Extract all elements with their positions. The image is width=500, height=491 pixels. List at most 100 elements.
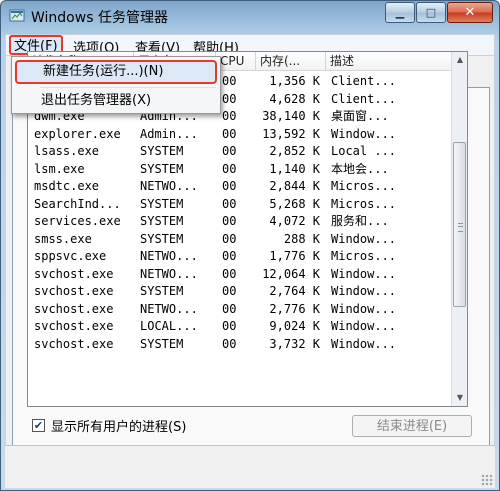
menu-separator	[40, 87, 216, 88]
cell-name: services.exe	[34, 214, 121, 228]
cell-user: SYSTEM	[140, 284, 184, 298]
table-row[interactable]: svchost.exe NETWO... 00 12,064 K Window...	[28, 266, 451, 283]
cell-user: LOCAL...	[140, 319, 198, 333]
cell-memory: 288 K	[283, 231, 320, 246]
cell-cpu: 00	[222, 144, 237, 158]
vertical-scrollbar[interactable]: ▲ ▼	[451, 52, 467, 406]
end-process-button[interactable]: 结束进程(E)	[352, 415, 472, 437]
close-button[interactable]: ✕	[447, 2, 493, 23]
minimize-button[interactable]: ▁	[385, 2, 415, 23]
scrollbar-thumb[interactable]	[453, 142, 466, 307]
cell-memory: 4,628 K	[269, 91, 320, 106]
column-header-description[interactable]: 描述	[326, 52, 451, 70]
cell-user: SYSTEM	[140, 231, 184, 246]
cell-user: NETWO...	[140, 249, 198, 263]
show-all-users-option[interactable]: ✔ 显示所有用户的进程(S)	[32, 416, 187, 435]
menu-item-exit[interactable]: 退出任务管理器(X)	[15, 89, 217, 113]
cell-memory: 12,064 K	[262, 266, 320, 281]
table-row[interactable]: services.exe SYSTEM 00 4,072 K 服务和...	[28, 213, 451, 230]
window-title: Windows 任务管理器	[31, 10, 168, 26]
cell-memory: 2,852 K	[269, 144, 320, 158]
maximize-button[interactable]: □	[416, 2, 446, 23]
cell-user: NETWO...	[140, 301, 198, 316]
cell-description: 本地会...	[331, 161, 389, 176]
cell-cpu: 00	[222, 301, 237, 316]
cell-user: SYSTEM	[140, 196, 184, 211]
table-row[interactable]: svchost.exe LOCAL... 00 9,024 K Window...	[28, 318, 451, 335]
cell-description: Micros...	[331, 179, 397, 193]
cell-description: 服务和...	[331, 214, 389, 228]
cell-cpu: 00	[222, 126, 237, 141]
table-row[interactable]: svchost.exe SYSTEM 00 3,732 K Window...	[28, 336, 451, 353]
cell-cpu: 00	[222, 214, 237, 228]
table-row[interactable]: explorer.exe Admin... 00 13,592 K Window...	[28, 126, 451, 143]
cell-name: svchost.exe	[34, 301, 114, 316]
cell-memory: 2,764 K	[269, 284, 320, 298]
cell-description: Window...	[331, 266, 397, 281]
cell-memory: 2,844 K	[269, 179, 320, 193]
cell-name: lsm.exe	[34, 161, 85, 176]
cell-cpu: 00	[222, 231, 237, 246]
scroll-up-icon[interactable]: ▲	[453, 52, 467, 68]
file-menu-dropdown: 新建任务(运行...)(N) 退出任务管理器(X)	[11, 56, 221, 114]
cell-cpu: 00	[222, 196, 237, 211]
table-row[interactable]: smss.exe SYSTEM 00 288 K Window...	[28, 231, 451, 248]
cell-name: explorer.exe	[34, 126, 121, 141]
table-row[interactable]: svchost.exe SYSTEM 00 2,764 K Window...	[28, 283, 451, 300]
cell-name: svchost.exe	[34, 284, 114, 298]
table-row[interactable]: sppsvc.exe NETWO... 00 1,776 K Micros...	[28, 248, 451, 265]
cell-memory: 1,356 K	[269, 74, 320, 88]
cell-cpu: 00	[222, 74, 237, 88]
cell-name: sppsvc.exe	[34, 249, 107, 263]
cell-user: SYSTEM	[140, 336, 184, 351]
cell-description: Window...	[331, 231, 397, 246]
cell-description: 桌面窗...	[331, 109, 389, 123]
table-row[interactable]: svchost.exe NETWO... 00 2,776 K Window...	[28, 301, 451, 318]
cell-user: SYSTEM	[140, 144, 184, 158]
cell-description: Local ...	[331, 144, 397, 158]
cell-memory: 38,140 K	[262, 109, 320, 123]
cell-description: Window...	[331, 284, 397, 298]
show-all-users-label: 显示所有用户的进程(S)	[51, 419, 187, 435]
scroll-grip-icon	[458, 223, 463, 232]
show-all-users-checkbox[interactable]: ✔	[32, 418, 45, 432]
cell-cpu: 00	[222, 319, 237, 333]
cell-user: SYSTEM	[140, 161, 184, 176]
table-row[interactable]: lsass.exe SYSTEM 00 2,852 K Local ...	[28, 143, 451, 160]
cell-name: svchost.exe	[34, 336, 114, 351]
cell-memory: 9,024 K	[269, 319, 320, 333]
maximize-icon: □	[425, 6, 437, 19]
table-row[interactable]: msdtc.exe NETWO... 00 2,844 K Micros...	[28, 178, 451, 195]
cell-user: Admin...	[140, 126, 198, 141]
window-controls: ▁ □ ✕	[384, 2, 493, 23]
cell-description: Micros...	[331, 249, 397, 263]
cell-description: Micros...	[331, 196, 397, 211]
cell-memory: 13,592 K	[262, 126, 320, 141]
cell-memory: 3,732 K	[269, 336, 320, 351]
cell-memory: 1,140 K	[269, 161, 320, 176]
cell-description: Window...	[331, 336, 397, 351]
status-bar	[5, 445, 495, 488]
cell-name: SearchInd...	[34, 196, 121, 211]
cell-cpu: 00	[222, 91, 237, 106]
column-header-cpu[interactable]: CPU	[216, 52, 256, 70]
cell-memory: 4,072 K	[269, 214, 320, 228]
cell-description: Window...	[331, 301, 397, 316]
cell-description: Window...	[331, 319, 397, 333]
table-row[interactable]: SearchInd... SYSTEM 00 5,268 K Micros...	[28, 196, 451, 213]
cell-name: svchost.exe	[34, 266, 114, 281]
cell-cpu: 00	[222, 336, 237, 351]
column-header-memory[interactable]: 内存(...	[256, 52, 326, 70]
cell-description: Client...	[331, 91, 397, 106]
table-row[interactable]: lsm.exe SYSTEM 00 1,140 K 本地会...	[28, 161, 451, 178]
cell-user: NETWO...	[140, 266, 198, 281]
resize-grip-icon[interactable]	[481, 474, 493, 486]
cell-description: Client...	[331, 74, 397, 88]
cell-description: Window...	[331, 126, 397, 141]
cell-cpu: 00	[222, 266, 237, 281]
menu-item-new-task[interactable]: 新建任务(运行...)(N)	[15, 60, 217, 84]
title-bar[interactable]: Windows 任务管理器 ▁ □ ✕	[1, 1, 499, 31]
scroll-down-icon[interactable]: ▼	[453, 390, 467, 406]
cell-memory: 2,776 K	[269, 301, 320, 316]
app-icon	[9, 9, 25, 22]
